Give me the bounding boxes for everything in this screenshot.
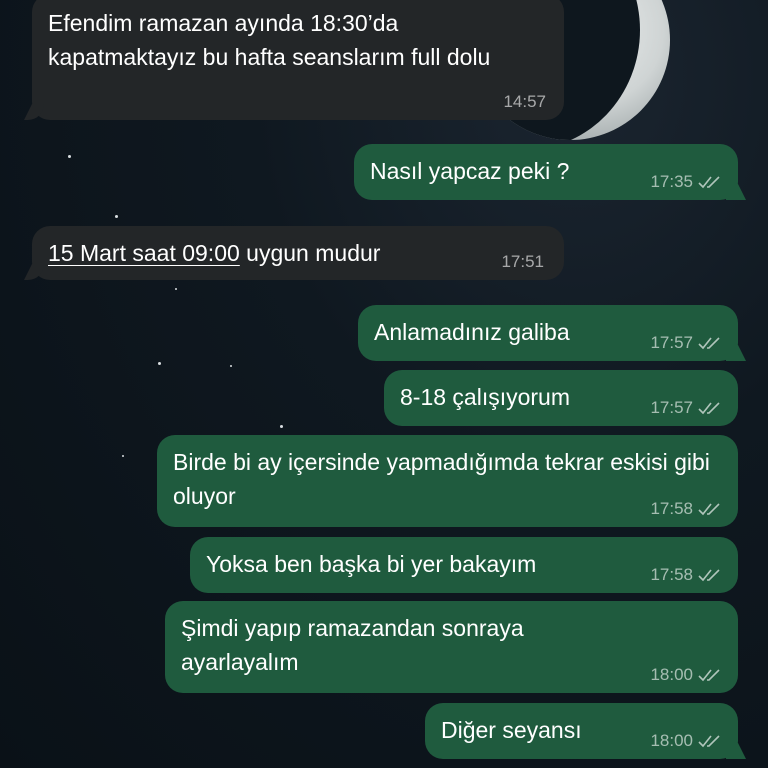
message-text: Diğer seyansı: [441, 717, 582, 743]
star-decoration: [280, 425, 283, 428]
outgoing-message[interactable]: Yoksa ben başka bi yer bakayım 17:58: [190, 537, 738, 593]
star-decoration: [230, 365, 232, 367]
message-text: Şimdi yapıp ramazandan sonraya ayarlayal…: [181, 615, 524, 675]
outgoing-message[interactable]: Nasıl yapcaz peki ? 17:35: [354, 144, 738, 200]
message-time: 17:57: [650, 398, 693, 417]
message-text: 8-18 çalışıyorum: [400, 384, 571, 410]
message-time: 17:51: [501, 252, 544, 271]
star-decoration: [122, 455, 124, 457]
message-meta: 17:35: [650, 172, 722, 192]
double-check-icon: [698, 337, 720, 350]
message-meta: 17:51: [501, 252, 544, 272]
star-decoration: [158, 362, 161, 365]
outgoing-message[interactable]: 8-18 çalışıyorum 17:57: [384, 370, 738, 426]
message-meta: 17:57: [650, 333, 722, 353]
star-decoration: [175, 288, 177, 290]
message-time: 18:00: [650, 665, 693, 684]
date-link[interactable]: 15 Mart saat 09:00: [48, 240, 240, 266]
star-decoration: [115, 215, 118, 218]
double-check-icon: [698, 569, 720, 582]
outgoing-message[interactable]: Şimdi yapıp ramazandan sonraya ayarlayal…: [165, 601, 738, 693]
message-time: 17:58: [650, 565, 693, 584]
message-text: Birde bi ay içersinde yapmadığımda tekra…: [173, 449, 710, 509]
double-check-icon: [698, 402, 720, 415]
star-decoration: [68, 155, 71, 158]
message-text: Efendim ramazan ayında 18:30’da kapatmak…: [48, 10, 491, 70]
message-meta: 18:00: [650, 731, 722, 751]
message-text: uygun mudur: [239, 240, 381, 266]
double-check-icon: [698, 503, 720, 516]
message-meta: 17:58: [650, 499, 722, 519]
message-meta: 14:57: [503, 92, 546, 112]
double-check-icon: [698, 176, 720, 189]
message-meta: 17:57: [650, 398, 722, 418]
message-text: Nasıl yapcaz peki ?: [370, 158, 570, 184]
outgoing-message[interactable]: Anlamadınız galiba 17:57: [358, 305, 738, 361]
message-text: Yoksa ben başka bi yer bakayım: [206, 551, 537, 577]
message-time: 17:35: [650, 172, 693, 191]
message-time: 17:58: [650, 499, 693, 518]
message-meta: 18:00: [650, 665, 722, 685]
message-time: 14:57: [503, 92, 546, 111]
incoming-message[interactable]: Efendim ramazan ayında 18:30’da kapatmak…: [32, 0, 564, 120]
double-check-icon: [698, 735, 720, 748]
outgoing-message[interactable]: Diğer seyansı 18:00: [425, 703, 738, 759]
message-text: Anlamadınız galiba: [374, 319, 570, 345]
message-time: 17:57: [650, 333, 693, 352]
message-meta: 17:58: [650, 565, 722, 585]
outgoing-message[interactable]: Birde bi ay içersinde yapmadığımda tekra…: [157, 435, 738, 527]
incoming-message[interactable]: 15 Mart saat 09:00 uygun mudur 17:51: [32, 226, 564, 280]
message-time: 18:00: [650, 731, 693, 750]
double-check-icon: [698, 669, 720, 682]
